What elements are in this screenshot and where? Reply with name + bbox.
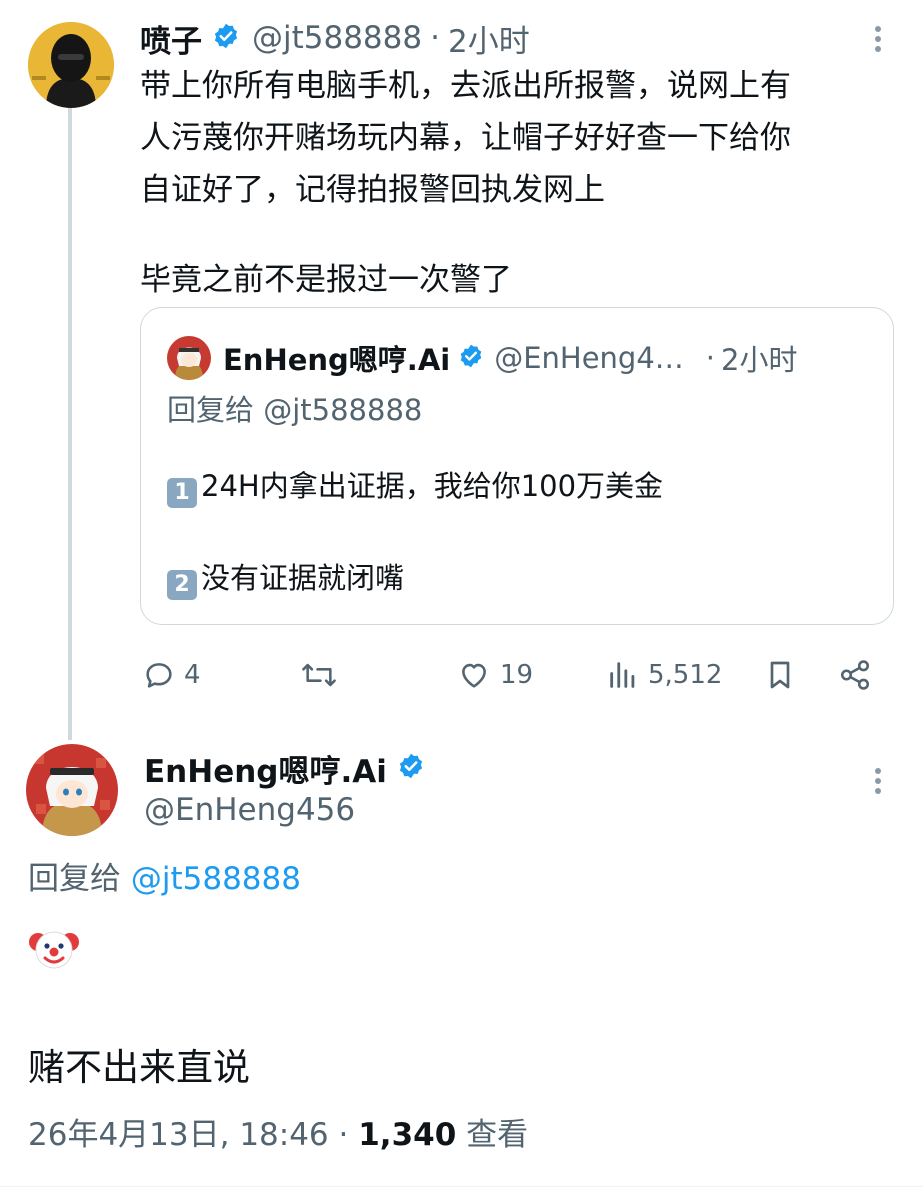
bookmark-button[interactable] <box>764 650 796 700</box>
anime-avatar-image <box>26 744 118 836</box>
quoted-list-item: 2 没有证据就闭嘴 <box>167 556 404 600</box>
reply-count: 4 <box>184 660 201 690</box>
handle[interactable]: @jt588888 <box>252 20 422 56</box>
quoted-display-name: EnHeng嗯哼.Ai <box>223 343 451 377</box>
tweet-text-line: 人污蔑你开赌场玩内幕，让帽子好好查一下给你 <box>140 120 791 156</box>
views-count: 5,512 <box>648 660 723 690</box>
bookmark-icon <box>770 661 790 689</box>
tweet-meta: 26年4月13日, 18:46 · 1,340 查看 <box>28 1112 528 1158</box>
masked-figure-avatar-image <box>28 22 114 108</box>
avatar[interactable] <box>28 22 114 108</box>
quoted-timestamp: 2小时 <box>721 343 798 377</box>
quoted-header: EnHeng嗯哼.Ai @EnHeng4… · 2小时 <box>223 336 797 380</box>
views-label: 查看 <box>456 1117 529 1153</box>
separator: · <box>430 20 440 56</box>
keycap-two-icon: 2 <box>167 570 197 600</box>
tweet-text-line: 带上你所有电脑手机，去派出所报警，说网上有 <box>140 68 791 104</box>
quoted-reply-to: 回复给 @jt588888 <box>167 393 423 427</box>
tweet-text: 带上你所有电脑手机，去派出所报警，说网上有 人污蔑你开赌场玩内幕，让帽子好好查一… <box>140 60 910 306</box>
verified-badge-icon <box>397 752 425 784</box>
keycap-one-icon: 1 <box>167 478 197 508</box>
focused-display-name[interactable]: EnHeng嗯哼.Ai <box>144 746 387 791</box>
reply-to-handle-link[interactable]: @jt588888 <box>131 861 301 897</box>
share-button[interactable] <box>838 650 872 700</box>
like-count: 19 <box>500 660 534 690</box>
verified-badge-icon <box>212 22 240 54</box>
views-button[interactable]: 5,512 <box>606 650 722 700</box>
tweet-header: 喷子 @jt588888 · 2小时 <box>140 16 530 60</box>
more-options-icon[interactable] <box>874 22 882 56</box>
retweet-icon <box>302 663 336 687</box>
display-name[interactable]: 喷子 <box>140 16 202 61</box>
timestamp[interactable]: 2小时 <box>448 16 530 61</box>
views-number: 1,340 <box>358 1117 457 1153</box>
focused-reply-to: 回复给 @jt588888 <box>28 856 301 902</box>
reply-button[interactable]: 4 <box>142 650 201 700</box>
clown-emoji: 🤡 <box>28 922 80 974</box>
anime-avatar-image <box>167 336 211 380</box>
quoted-list-item: 1 24H内拿出证据，我给你100万美金 <box>167 464 663 508</box>
quoted-handle: @EnHeng4… <box>494 341 684 375</box>
focused-display-row: EnHeng嗯哼.Ai <box>144 746 425 790</box>
reply-to-prefix: 回复给 <box>28 861 131 897</box>
more-options-icon[interactable] <box>874 764 882 798</box>
verified-badge-icon <box>458 343 484 373</box>
quoted-item-text: 24H内拿出证据，我给你100万美金 <box>201 469 664 503</box>
like-icon <box>462 663 486 688</box>
quoted-separator: · <box>705 341 716 375</box>
quoted-tweet-card[interactable]: EnHeng嗯哼.Ai @EnHeng4… · 2小时 回复给 @jt58888… <box>140 307 894 625</box>
tweet-text-line: 自证好了，记得拍报警回执发网上 <box>140 172 605 208</box>
reply-icon <box>146 663 172 688</box>
like-button[interactable]: 19 <box>456 650 533 700</box>
focused-tweet-text: 赌不出来直说 <box>28 1046 250 1089</box>
focused-handle[interactable]: @EnHeng456 <box>144 788 355 832</box>
views-icon <box>610 662 635 688</box>
thread-line <box>68 108 72 740</box>
quoted-item-text: 没有证据就闭嘴 <box>201 561 405 595</box>
clown-face-icon <box>29 931 79 969</box>
share-icon <box>840 660 870 690</box>
retweet-button[interactable] <box>300 650 346 700</box>
tweet-text-line: 毕竟之前不是报过一次警了 <box>140 262 512 298</box>
quoted-avatar <box>167 336 211 380</box>
divider <box>0 1186 923 1187</box>
focused-avatar[interactable] <box>26 744 118 836</box>
tweet-date[interactable]: 26年4月13日, 18:46 · <box>28 1117 358 1153</box>
